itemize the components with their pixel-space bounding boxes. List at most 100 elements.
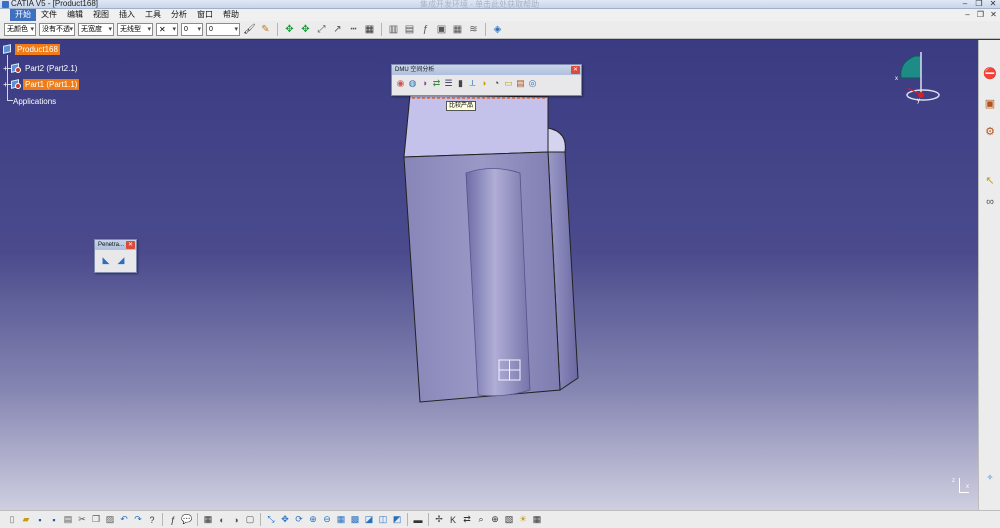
band-analysis-icon[interactable]: ☰ bbox=[443, 77, 454, 89]
design-table-icon[interactable]: ▦ bbox=[451, 23, 464, 36]
menu-start[interactable]: 开始 bbox=[10, 9, 36, 21]
measure-icon[interactable]: K bbox=[447, 514, 459, 526]
zoom-area-icon[interactable]: ⊕ bbox=[489, 514, 501, 526]
layer-combo[interactable]: 0 bbox=[181, 23, 203, 36]
stop-manipulate-icon[interactable]: ┅ bbox=[347, 23, 360, 36]
table-icon[interactable]: ▤ bbox=[403, 23, 416, 36]
menu-analyze[interactable]: 分析 bbox=[166, 9, 192, 21]
formula-icon[interactable]: ƒ bbox=[419, 23, 432, 36]
annotation-icon[interactable]: ▢ bbox=[244, 514, 256, 526]
thickness-icon[interactable]: ▭ bbox=[503, 77, 514, 89]
material-icon[interactable]: ▧ bbox=[503, 514, 515, 526]
cut-icon[interactable]: ✂ bbox=[76, 514, 88, 526]
penetration-icon[interactable]: ◣ bbox=[99, 253, 113, 267]
formula-icon[interactable]: ƒ bbox=[167, 514, 179, 526]
point-symbol-combo[interactable]: ✕ bbox=[156, 23, 178, 36]
measure-between-icon[interactable]: ▮ bbox=[455, 77, 466, 89]
zoom-in-icon[interactable]: ⊕ bbox=[307, 514, 319, 526]
swap-visible-icon[interactable]: ◩ bbox=[391, 514, 403, 526]
print-icon[interactable]: ▤ bbox=[62, 514, 74, 526]
rotate-icon[interactable]: ⟳ bbox=[293, 514, 305, 526]
save-management-icon[interactable]: ▪ bbox=[48, 514, 60, 526]
restore-button[interactable]: ❐ bbox=[972, 0, 986, 9]
paste-icon[interactable]: ▨ bbox=[104, 514, 116, 526]
zoom-out-icon[interactable]: ⊖ bbox=[321, 514, 333, 526]
sectioning-icon[interactable]: ◑ bbox=[419, 77, 430, 89]
menu-window[interactable]: 窗口 bbox=[192, 9, 218, 21]
properties-icon[interactable]: ✎ bbox=[259, 23, 272, 36]
capture-icon[interactable]: ▬ bbox=[412, 514, 424, 526]
normal-view-icon[interactable]: ▦ bbox=[335, 514, 347, 526]
search-icon[interactable]: ⌕ bbox=[475, 514, 487, 526]
stop-icon[interactable]: ⛔ bbox=[983, 66, 997, 80]
snap-icon[interactable]: ⤢ bbox=[315, 23, 328, 36]
rotate-icon[interactable]: ✥ bbox=[299, 23, 312, 36]
render-icon[interactable]: ◑ bbox=[230, 514, 242, 526]
doc-restore-button[interactable]: ❐ bbox=[974, 9, 987, 21]
undo-icon[interactable]: ↶ bbox=[118, 514, 130, 526]
menu-help[interactable]: 帮助 bbox=[218, 9, 244, 21]
painter-icon[interactable]: 🖌 bbox=[243, 23, 256, 36]
line-type-combo[interactable]: 无线型 bbox=[117, 23, 153, 36]
comment-icon[interactable]: 💬 bbox=[181, 514, 193, 526]
close-icon[interactable]: ✕ bbox=[126, 241, 135, 249]
transparency-combo[interactable]: 没有不透 bbox=[39, 23, 75, 36]
pulling-direction-icon[interactable]: ◎ bbox=[527, 77, 538, 89]
copy-icon[interactable]: ❐ bbox=[90, 514, 102, 526]
explode-icon[interactable]: ↗ bbox=[331, 23, 344, 36]
hide-show-icon[interactable]: ◫ bbox=[377, 514, 389, 526]
3d-model[interactable] bbox=[0, 40, 978, 510]
color-combo[interactable]: 无颜色 bbox=[4, 23, 36, 36]
catalog-icon[interactable]: ▦ bbox=[202, 514, 214, 526]
measure-inertia-icon[interactable]: ◗ bbox=[479, 77, 490, 89]
close-icon[interactable]: ✕ bbox=[571, 66, 580, 74]
publication-icon[interactable]: ▣ bbox=[435, 23, 448, 36]
bill-of-material-icon[interactable]: ▦ bbox=[363, 23, 376, 36]
pan-icon[interactable]: ✥ bbox=[279, 514, 291, 526]
open-icon[interactable]: ▰ bbox=[20, 514, 32, 526]
menu-edit[interactable]: 编辑 bbox=[62, 9, 88, 21]
menu-file[interactable]: 文件 bbox=[36, 9, 62, 21]
doc-close-button[interactable]: ✕ bbox=[987, 9, 1000, 21]
penetration-reverse-icon[interactable]: ◢ bbox=[114, 253, 128, 267]
constraint-icon[interactable]: ⚙ bbox=[983, 124, 997, 138]
penetration-toolbar[interactable]: Penetra... ✕ ◣ ◢ bbox=[94, 239, 137, 273]
new-icon[interactable]: ▯ bbox=[6, 514, 18, 526]
clash-icon[interactable]: ◉ bbox=[395, 77, 406, 89]
fly-mode-icon[interactable]: ◐ bbox=[216, 514, 228, 526]
law-icon[interactable]: ≋ bbox=[467, 23, 480, 36]
measure-item-icon[interactable]: ⟂ bbox=[467, 77, 478, 89]
pan-icon[interactable]: ✥ bbox=[283, 23, 296, 36]
penetration-toolbar-title[interactable]: Penetra... ✕ bbox=[95, 240, 136, 250]
compass-widget[interactable]: x y bbox=[893, 50, 943, 105]
axis-icon[interactable]: ✢ bbox=[433, 514, 445, 526]
close-button[interactable]: ✕ bbox=[986, 0, 1000, 9]
layer-value-combo[interactable]: 0 bbox=[206, 23, 240, 36]
doc-minimize-button[interactable]: – bbox=[961, 9, 974, 21]
dmu-space-analysis-toolbar[interactable]: DMU 空间分析 ✕ ◉ ◍ ◑ ⇄ ☰ ▮ ⟂ ◗ ◔ ▭ ▤ ◎ bbox=[391, 64, 582, 96]
dmu-toolbar-title[interactable]: DMU 空间分析 ✕ bbox=[392, 65, 581, 75]
compare-products-icon[interactable]: ◍ bbox=[407, 77, 418, 89]
menu-tools[interactable]: 工具 bbox=[140, 9, 166, 21]
save-icon[interactable]: ▪ bbox=[34, 514, 46, 526]
redo-icon[interactable]: ↷ bbox=[132, 514, 144, 526]
shading-icon[interactable]: ◪ bbox=[363, 514, 375, 526]
arc-through-icon[interactable]: ◔ bbox=[491, 77, 502, 89]
whats-this-icon[interactable]: ? bbox=[146, 514, 158, 526]
menu-insert[interactable]: 插入 bbox=[114, 9, 140, 21]
annotated-view-icon[interactable]: ▤ bbox=[515, 77, 526, 89]
flip-icon[interactable]: ⇄ bbox=[461, 514, 473, 526]
grid-icon[interactable]: ▦ bbox=[531, 514, 543, 526]
3d-viewport[interactable]: Product168 + Part2 (Part2.1) + Part1 (Pa… bbox=[0, 40, 978, 510]
minimize-button[interactable]: – bbox=[958, 0, 972, 9]
catalog-browser-icon[interactable]: ▥ bbox=[387, 23, 400, 36]
product-structure-icon[interactable]: ▣ bbox=[983, 96, 997, 110]
iso-view-icon[interactable]: ▩ bbox=[349, 514, 361, 526]
line-width-combo[interactable]: 无宽度 bbox=[78, 23, 114, 36]
menu-view[interactable]: 视图 bbox=[88, 9, 114, 21]
select-icon[interactable]: ↖ bbox=[983, 173, 997, 187]
fit-all-icon[interactable]: ⤡ bbox=[265, 514, 277, 526]
knowledge-icon[interactable]: ◈ bbox=[491, 23, 504, 36]
distance-icon[interactable]: ⇄ bbox=[431, 77, 442, 89]
lighting-icon[interactable]: ☀ bbox=[517, 514, 529, 526]
